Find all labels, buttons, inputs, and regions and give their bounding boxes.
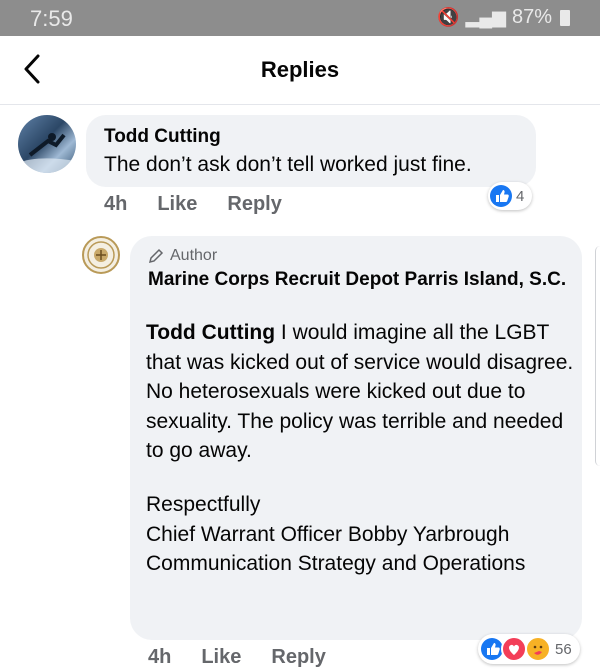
mention-link[interactable]: Todd Cutting: [146, 321, 275, 344]
seal-logo-icon: [87, 241, 115, 269]
comment-reactions[interactable]: 4: [488, 182, 533, 210]
author-badge-label: Author: [170, 247, 218, 264]
like-reaction-icon: [490, 185, 512, 207]
author-badge: Author: [148, 247, 217, 265]
signoff: Respectfully: [146, 493, 261, 516]
status-bar: 7:59 🔇 ▂▄▆ 87%: [0, 0, 600, 36]
reply-author[interactable]: Marine Corps Recruit Depot Parris Island…: [148, 268, 568, 292]
reply-reaction-count: 56: [555, 640, 572, 658]
battery-icon: [560, 9, 570, 26]
signature-name: Chief Warrant Officer Bobby Yarbrough: [146, 522, 510, 546]
comment-like-button[interactable]: Like: [157, 193, 197, 216]
battery-level: 87%: [511, 6, 552, 28]
like-reaction-icon: [481, 638, 503, 660]
mute-icon: 🔇: [437, 7, 460, 27]
reply-reactions[interactable]: 56: [478, 634, 580, 664]
page-title: Replies: [260, 57, 340, 82]
status-time: 7:59: [30, 6, 73, 31]
scroll-edge: [595, 246, 600, 466]
avatar-image-icon: [18, 133, 76, 173]
comment-bubble: Todd Cutting The don’t ask don’t tell wo…: [86, 115, 536, 187]
reply-signature: Respectfully Chief Warrant Officer Bobby…: [146, 490, 576, 579]
reply-bubble: Author Marine Corps Recruit Depot Parris…: [130, 236, 582, 640]
signature-title: Communication Strategy and Operations: [146, 552, 526, 575]
page-avatar[interactable]: [82, 236, 120, 274]
care-reaction-icon: [525, 636, 551, 662]
comment-author[interactable]: Todd Cutting: [104, 126, 221, 148]
commenter-avatar[interactable]: [18, 115, 76, 173]
reply-text: Todd Cutting I would imagine all the LGB…: [146, 318, 576, 466]
replies-header: Replies: [0, 36, 600, 105]
signal-icon: ▂▄▆: [465, 7, 506, 27]
comment-text: The don’t ask don’t tell worked just fin…: [104, 153, 472, 176]
pencil-icon: [148, 248, 164, 264]
comment-reaction-count: 4: [516, 187, 525, 205]
comment-actions: 4h Like Reply: [104, 193, 312, 216]
comment-time: 4h: [104, 193, 128, 215]
love-reaction-icon: [501, 636, 527, 662]
status-icons: 🔇 ▂▄▆ 87%: [437, 6, 570, 29]
comment-reply-button[interactable]: Reply: [227, 193, 281, 216]
